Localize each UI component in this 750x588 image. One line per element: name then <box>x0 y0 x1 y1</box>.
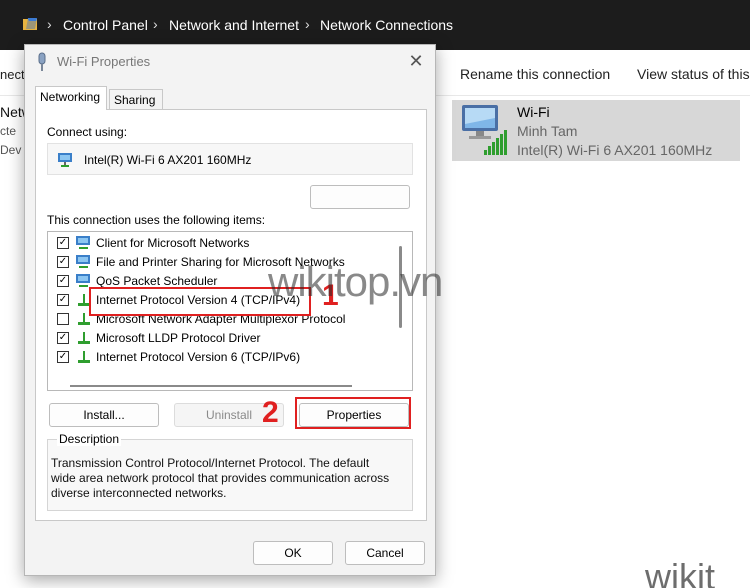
network-client-icon <box>76 236 90 249</box>
checkbox[interactable]: ✓ <box>57 351 69 363</box>
cancel-button[interactable]: Cancel <box>345 541 425 565</box>
network-client-icon <box>76 255 90 268</box>
breadcrumb-network-connections[interactable]: Network Connections <box>320 17 453 33</box>
view-status-button[interactable]: View status of this <box>637 66 750 82</box>
item-label: Internet Protocol Version 6 (TCP/IPv6) <box>96 350 301 364</box>
breadcrumb-network-and-internet[interactable]: Network and Internet <box>169 17 299 33</box>
description-text: Transmission Control Protocol/Internet P… <box>51 456 390 500</box>
connect-using-label: Connect using: <box>47 125 128 139</box>
protocol-icon <box>78 351 90 363</box>
wifi-adapter-icon <box>462 105 507 155</box>
highlight-properties-box <box>295 397 411 429</box>
list-item[interactable]: ✓ Microsoft LLDP Protocol Driver <box>48 329 400 348</box>
breadcrumb-control-panel[interactable]: Control Panel <box>63 17 148 33</box>
address-bar: › Control Panel › Network and Internet ›… <box>0 0 750 50</box>
watermark: wikitop.vn <box>268 258 443 305</box>
command-fragment: nect <box>0 67 25 82</box>
wifi-connection-card[interactable]: Wi-Fi Minh Tam Intel(R) Wi-Fi 6 AX201 16… <box>452 100 740 161</box>
connection-adapter: Intel(R) Wi-Fi 6 AX201 160MHz <box>517 142 713 158</box>
item-label: Client for Microsoft Networks <box>96 236 250 250</box>
horizontal-scrollbar[interactable] <box>70 385 352 387</box>
checkbox[interactable]: ✓ <box>57 275 69 287</box>
checkbox[interactable]: ✓ <box>57 256 69 268</box>
adapter-name: Intel(R) Wi-Fi 6 AX201 160MHz <box>84 153 252 167</box>
adapter-box: Intel(R) Wi-Fi 6 AX201 160MHz <box>47 143 413 175</box>
list-item[interactable]: ✓ Client for Microsoft Networks <box>48 234 400 253</box>
checkbox[interactable] <box>57 313 69 325</box>
rename-connection-button[interactable]: Rename this connection <box>460 66 610 82</box>
protocol-icon <box>78 332 90 344</box>
connection-fragment: cte <box>0 124 17 138</box>
chevron-right-icon: › <box>153 16 158 32</box>
item-label: Microsoft LLDP Protocol Driver <box>96 331 261 345</box>
tab-sharing[interactable]: Sharing <box>109 89 163 111</box>
items-label: This connection uses the following items… <box>47 213 266 227</box>
close-icon[interactable]: ✕ <box>405 50 427 72</box>
chevron-right-icon: › <box>305 16 310 32</box>
checkbox[interactable]: ✓ <box>57 332 69 344</box>
connection-name: Wi-Fi <box>517 104 550 120</box>
dialog-title: Wi-Fi Properties <box>57 54 151 69</box>
description-title: Description <box>57 432 122 446</box>
checkbox[interactable]: ✓ <box>57 294 69 306</box>
tab-networking[interactable]: Networking <box>35 86 107 110</box>
folder-icon <box>23 18 37 30</box>
network-adapter-icon <box>58 153 72 167</box>
connection-network: Minh Tam <box>517 123 578 139</box>
description-group: Description Transmission Control Protoco… <box>47 432 413 511</box>
configure-button[interactable] <box>310 185 410 209</box>
connection-fragment: Dev <box>0 143 22 157</box>
chevron-right-icon: › <box>47 16 52 32</box>
checkbox[interactable]: ✓ <box>57 237 69 249</box>
install-button[interactable]: Install... <box>49 403 159 427</box>
list-item[interactable]: ✓ Internet Protocol Version 6 (TCP/IPv6) <box>48 348 400 367</box>
ok-button[interactable]: OK <box>253 541 333 565</box>
item-label: QoS Packet Scheduler <box>96 274 218 288</box>
network-adapter-icon <box>38 52 46 71</box>
step-number-2: 2 <box>262 396 279 429</box>
corner-watermark: wikit <box>645 556 715 588</box>
